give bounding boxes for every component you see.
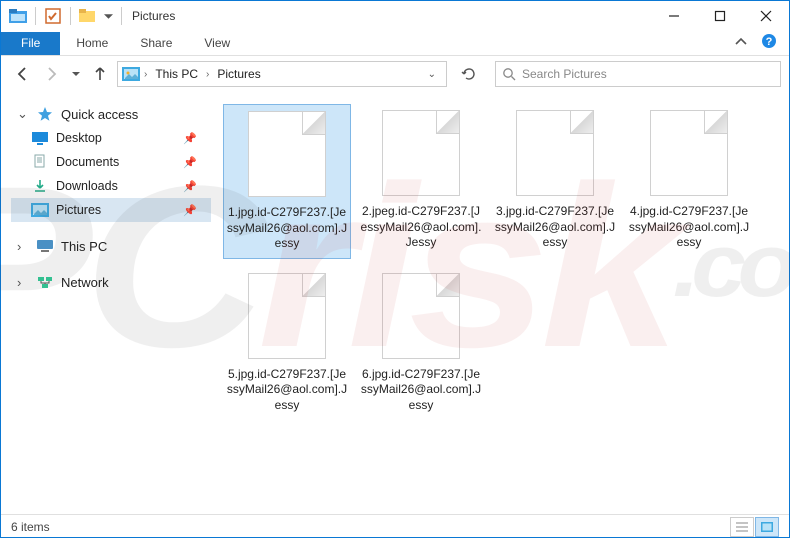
file-blank-icon (248, 273, 326, 359)
tab-share[interactable]: Share (124, 31, 188, 56)
file-name: 2.jpeg.id-C279F237.[JessyMail26@aol.com]… (359, 204, 483, 251)
separator (121, 7, 122, 25)
recent-dropdown-icon[interactable] (69, 61, 83, 87)
nav-label: Quick access (61, 107, 138, 122)
file-item[interactable]: 4.jpg.id-C279F237.[JessyMail26@aol.com].… (625, 104, 753, 259)
refresh-button[interactable] (455, 61, 483, 87)
chevron-right-icon[interactable]: › (144, 69, 147, 80)
file-view[interactable]: 1.jpg.id-C279F237.[JessyMail26@aol.com].… (211, 92, 789, 514)
nav-quick-access[interactable]: ⌄ Quick access (11, 102, 211, 126)
pin-icon[interactable]: 📌 (183, 204, 197, 217)
nav-label: Network (61, 275, 109, 290)
properties-icon[interactable] (42, 5, 64, 27)
address-bar-row: › This PC › Pictures ⌄ Search Pictures (1, 56, 789, 92)
file-blank-icon (382, 273, 460, 359)
file-grid: 1.jpg.id-C279F237.[JessyMail26@aol.com].… (223, 104, 785, 420)
pin-icon[interactable]: 📌 (183, 156, 197, 169)
nav-label: This PC (61, 239, 107, 254)
file-name: 4.jpg.id-C279F237.[JessyMail26@aol.com].… (627, 204, 751, 251)
nav-network[interactable]: › Network (11, 270, 211, 294)
back-button[interactable] (9, 61, 35, 87)
network-icon (36, 274, 54, 290)
nav-label: Pictures (56, 203, 101, 217)
explorer-window: Pictures File Home Share View ? › This P… (0, 0, 790, 538)
separator (70, 7, 71, 25)
sidebar-item-desktop[interactable]: Desktop 📌 (11, 126, 211, 150)
forward-button[interactable] (39, 61, 65, 87)
nav-label: Downloads (56, 179, 118, 193)
breadcrumb-dropdown-icon[interactable]: ⌄ (422, 69, 442, 80)
breadcrumb[interactable]: › This PC › Pictures ⌄ (117, 61, 447, 87)
tab-view[interactable]: View (188, 31, 246, 56)
star-icon (36, 106, 54, 122)
window-title: Pictures (132, 9, 175, 23)
qat-dropdown-icon[interactable] (101, 5, 115, 27)
nav-this-pc[interactable]: › This PC (11, 234, 211, 258)
file-blank-icon (516, 110, 594, 196)
thumbnails-view-button[interactable] (755, 517, 779, 537)
file-tab[interactable]: File (1, 32, 60, 55)
ribbon: File Home Share View ? (1, 31, 789, 56)
new-folder-icon[interactable] (77, 5, 99, 27)
pin-icon[interactable]: 📌 (183, 180, 197, 193)
breadcrumb-segment[interactable]: This PC (151, 67, 202, 81)
file-item[interactable]: 6.jpg.id-C279F237.[JessyMail26@aol.com].… (357, 267, 485, 420)
maximize-button[interactable] (697, 1, 743, 31)
sidebar-item-pictures[interactable]: Pictures 📌 (11, 198, 211, 222)
file-name: 3.jpg.id-C279F237.[JessyMail26@aol.com].… (493, 204, 617, 251)
documents-icon (31, 154, 49, 170)
file-name: 1.jpg.id-C279F237.[JessyMail26@aol.com].… (226, 205, 348, 252)
pictures-icon (31, 202, 49, 218)
folder-icon[interactable] (7, 5, 29, 27)
separator (35, 7, 36, 25)
nav-label: Desktop (56, 131, 102, 145)
window-controls (651, 1, 789, 31)
file-item[interactable]: 1.jpg.id-C279F237.[JessyMail26@aol.com].… (223, 104, 351, 259)
title-bar: Pictures (1, 1, 789, 31)
navigation-pane: ⌄ Quick access Desktop 📌 Documents 📌 Dow (1, 92, 211, 514)
nav-label: Documents (56, 155, 119, 169)
up-button[interactable] (87, 61, 113, 87)
quick-access-toolbar (7, 5, 126, 27)
file-name: 6.jpg.id-C279F237.[JessyMail26@aol.com].… (359, 367, 483, 414)
search-input[interactable]: Search Pictures (495, 61, 781, 87)
search-icon (502, 67, 516, 81)
this-pc-icon (36, 238, 54, 254)
search-placeholder: Search Pictures (522, 67, 607, 81)
help-icon[interactable]: ? (761, 33, 777, 54)
sidebar-item-downloads[interactable]: Downloads 📌 (11, 174, 211, 198)
minimize-button[interactable] (651, 1, 697, 31)
sidebar-item-documents[interactable]: Documents 📌 (11, 150, 211, 174)
tab-home[interactable]: Home (60, 31, 124, 56)
breadcrumb-segment[interactable]: Pictures (213, 67, 264, 81)
chevron-right-icon[interactable]: › (206, 69, 209, 80)
file-blank-icon (248, 111, 326, 197)
desktop-icon (31, 130, 49, 146)
details-view-button[interactable] (730, 517, 754, 537)
file-item[interactable]: 2.jpeg.id-C279F237.[JessyMail26@aol.com]… (357, 104, 485, 259)
expand-icon[interactable]: › (17, 239, 29, 254)
file-item[interactable]: 5.jpg.id-C279F237.[JessyMail26@aol.com].… (223, 267, 351, 420)
file-blank-icon (650, 110, 728, 196)
file-name: 5.jpg.id-C279F237.[JessyMail26@aol.com].… (225, 367, 349, 414)
downloads-icon (31, 178, 49, 194)
expand-icon[interactable]: ⌄ (17, 106, 29, 122)
close-button[interactable] (743, 1, 789, 31)
svg-text:?: ? (766, 36, 773, 48)
pictures-icon (122, 67, 140, 81)
expand-icon[interactable]: › (17, 275, 29, 290)
view-switcher (730, 517, 779, 537)
pin-icon[interactable]: 📌 (183, 132, 197, 145)
file-blank-icon (382, 110, 460, 196)
body: ⌄ Quick access Desktop 📌 Documents 📌 Dow (1, 92, 789, 514)
status-bar: 6 items (1, 514, 789, 538)
ribbon-expand-icon[interactable] (735, 34, 747, 52)
item-count: 6 items (11, 520, 50, 534)
file-item[interactable]: 3.jpg.id-C279F237.[JessyMail26@aol.com].… (491, 104, 619, 259)
